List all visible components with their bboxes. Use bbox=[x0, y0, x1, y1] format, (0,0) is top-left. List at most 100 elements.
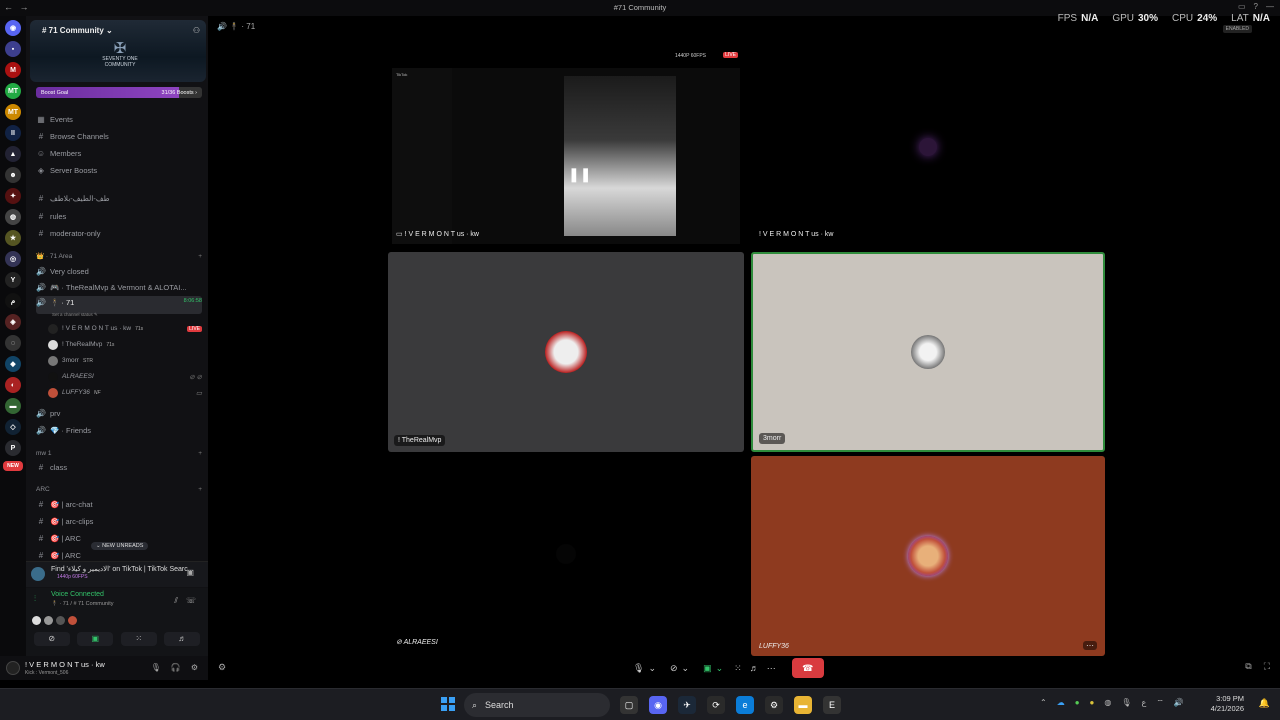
server-icon[interactable]: M bbox=[5, 62, 21, 78]
participant-tile-speaking[interactable]: 3morr bbox=[751, 252, 1105, 452]
discord-home-icon[interactable]: ◉ bbox=[5, 20, 21, 36]
popout-icon[interactable]: ⧉ bbox=[1245, 661, 1251, 672]
more-options-icon[interactable]: ⋯ bbox=[1083, 641, 1097, 650]
voice-channel-path[interactable]: 🕴 · 71 / # 71 Community bbox=[51, 601, 113, 607]
menu-server-boosts[interactable]: ◈ Server Boosts bbox=[36, 163, 202, 177]
voice-user[interactable]: ! TheRealMvp 71s bbox=[48, 338, 202, 351]
menu-members[interactable]: ☺ Members bbox=[36, 146, 202, 160]
category-mw[interactable]: mw 1 + bbox=[36, 446, 202, 460]
new-unreads-pill[interactable]: ⌄ NEW UNREADS bbox=[91, 542, 149, 550]
channel-status[interactable]: Set a channel status ✎ bbox=[52, 312, 98, 318]
channel-arc-clips[interactable]: # 🎯 | arc-clips bbox=[36, 514, 202, 528]
inbox-icon[interactable]: ▭ bbox=[1238, 2, 1246, 11]
server-icon[interactable]: ▲ bbox=[5, 146, 21, 162]
voice-user[interactable]: ALRAEESI ⊘ ⊘ bbox=[48, 370, 202, 383]
activity-status[interactable]: Find 'الاديمير و كيلاء' on TikTok | TikT… bbox=[26, 561, 208, 587]
voice-channel[interactable]: 🔊 prv bbox=[36, 406, 202, 420]
voice-status[interactable]: Voice Connected bbox=[51, 591, 104, 598]
add-channel-icon[interactable]: + bbox=[198, 253, 202, 260]
channel-rules[interactable]: # rules bbox=[36, 209, 202, 223]
server-name[interactable]: # 71 Community ⌄ bbox=[42, 26, 113, 35]
headphones-icon[interactable]: 🎧 bbox=[171, 663, 181, 672]
soundboard-icon[interactable]: ♬ bbox=[750, 663, 759, 673]
category-arc[interactable]: ARC + bbox=[36, 482, 202, 496]
server-icon[interactable]: ▪ bbox=[5, 41, 21, 57]
server-icon[interactable]: ◈ bbox=[5, 314, 21, 330]
discord-icon[interactable]: ◉ bbox=[649, 696, 667, 714]
channel-moderator-only[interactable]: # moderator-only bbox=[36, 226, 202, 240]
server-banner[interactable]: # 71 Community ⌄ ⚇ ✠ SEVENTY ONE COMMUNI… bbox=[30, 20, 206, 82]
channel-text[interactable]: # طف-الطيف-بلاطف bbox=[36, 191, 202, 205]
participant-tile[interactable]: ⊘ ALRAEESI bbox=[388, 456, 744, 652]
end-call-button[interactable]: ☎ bbox=[791, 658, 824, 678]
screen-share-button[interactable]: ▣ bbox=[77, 632, 114, 646]
voice-channel[interactable]: 🔊 💎 · Friends bbox=[36, 423, 202, 437]
camera-button[interactable]: ⊘ bbox=[33, 632, 70, 646]
server-icon[interactable]: ◍ bbox=[5, 209, 21, 225]
app-icon[interactable]: ⟳ bbox=[707, 696, 725, 714]
user-name[interactable]: ! V E R M O N T us · kw bbox=[25, 660, 105, 669]
edge-icon[interactable]: e bbox=[736, 696, 754, 714]
minimize-icon[interactable]: — bbox=[1266, 2, 1274, 11]
stream-tile[interactable]: 1440P 60FPS LIVE TikTok ❚❚ ▭ ! V E R M O… bbox=[388, 50, 744, 244]
avatar[interactable] bbox=[6, 661, 20, 675]
taskbar-clock[interactable]: 3:09 PM 4/21/2026 bbox=[1211, 694, 1244, 714]
activities-icon[interactable]: ⁙ bbox=[734, 663, 742, 674]
disconnect-icon[interactable]: ☏ bbox=[186, 596, 196, 605]
app-tray-icon[interactable]: ● bbox=[1075, 698, 1080, 708]
server-icon[interactable]: م bbox=[5, 293, 21, 309]
file-explorer-icon[interactable]: ▬ bbox=[794, 696, 812, 714]
server-icon[interactable]: ▬ bbox=[5, 398, 21, 414]
steam-icon[interactable]: ✈ bbox=[678, 696, 696, 714]
server-icon[interactable]: ◐ bbox=[5, 377, 21, 393]
participant-tile[interactable]: ! TheRealMvp bbox=[388, 252, 744, 452]
voice-user[interactable]: LUFFY36 NF ▭ bbox=[48, 386, 202, 399]
channel-arc-chat[interactable]: # 🎯 | arc-chat bbox=[36, 497, 202, 511]
cloud-icon[interactable]: ☁ bbox=[1057, 698, 1065, 708]
server-icon[interactable]: ✦ bbox=[5, 188, 21, 204]
fullscreen-icon[interactable]: ⛶ bbox=[1264, 661, 1270, 672]
voice-user[interactable]: 3morr STR bbox=[48, 354, 202, 367]
app-tray-icon[interactable]: ● bbox=[1090, 698, 1095, 708]
task-view-icon[interactable]: ▢ bbox=[620, 696, 638, 714]
channel-class[interactable]: # class bbox=[36, 460, 202, 474]
menu-events[interactable]: ▦ Events bbox=[36, 112, 202, 126]
noise-suppression-icon[interactable]: ⫽ bbox=[174, 596, 178, 606]
notification-icon[interactable]: 🔔 bbox=[1259, 698, 1270, 709]
settings-icon[interactable]: ⚙ bbox=[218, 662, 226, 673]
boost-goal-bar[interactable]: Boost Goal 31/36 Boosts › bbox=[36, 87, 202, 98]
voice-channel[interactable]: 🔊 🎮 · TheRealMvp & Vermont & ALOTAI... bbox=[36, 280, 202, 294]
category-71-area[interactable]: 👑 · 71 Area + bbox=[36, 249, 202, 263]
taskbar-search[interactable]: ⌕ Search bbox=[464, 693, 610, 717]
help-icon[interactable]: ? bbox=[1254, 2, 1258, 11]
server-icon[interactable]: ◎ bbox=[5, 251, 21, 267]
menu-browse-channels[interactable]: # Browse Channels bbox=[36, 129, 202, 143]
server-icon[interactable]: ★ bbox=[5, 230, 21, 246]
mic-control[interactable]: 🎙 ⌄ bbox=[630, 663, 659, 674]
add-channel-icon[interactable]: + bbox=[198, 486, 202, 493]
volume-icon[interactable]: 🔊 bbox=[1174, 698, 1184, 708]
app-tray-icon[interactable]: ◍ bbox=[1104, 698, 1111, 708]
server-icon[interactable]: MT bbox=[5, 104, 21, 120]
screen-share-control[interactable]: ▣ ⌄ bbox=[700, 663, 726, 674]
microphone-icon[interactable]: 🎙 bbox=[151, 663, 161, 672]
channel-arc[interactable]: # 🎯 | ARC bbox=[36, 548, 202, 562]
server-icon[interactable]: Y bbox=[5, 272, 21, 288]
participant-tile[interactable]: ! V E R M O N T us · kw bbox=[751, 50, 1105, 244]
server-icon[interactable]: MT bbox=[5, 83, 21, 99]
camera-control[interactable]: ⊘ ⌄ bbox=[667, 663, 692, 674]
wifi-icon[interactable]: ⌔ bbox=[1156, 698, 1164, 708]
add-channel-icon[interactable]: + bbox=[198, 450, 202, 457]
voice-channel[interactable]: 🔊 Very closed bbox=[36, 264, 202, 278]
epic-games-icon[interactable]: E bbox=[823, 696, 841, 714]
voice-user[interactable]: ! V E R M O N T us · kw 71s LIVE bbox=[48, 322, 202, 335]
signal-icon[interactable]: ⫶ bbox=[34, 594, 36, 604]
server-icon[interactable]: II bbox=[5, 125, 21, 141]
participant-tile[interactable]: LUFFY36 ⋯ bbox=[751, 456, 1105, 656]
server-icon[interactable]: ☻ bbox=[5, 167, 21, 183]
server-icon[interactable]: ◌ bbox=[5, 335, 21, 351]
chevron-up-icon[interactable]: ⌃ bbox=[1040, 698, 1047, 708]
server-icon[interactable]: ◆ bbox=[5, 356, 21, 372]
add-user-icon[interactable]: ⚇ bbox=[193, 26, 200, 35]
microphone-icon[interactable]: 🎙 bbox=[1121, 698, 1131, 708]
